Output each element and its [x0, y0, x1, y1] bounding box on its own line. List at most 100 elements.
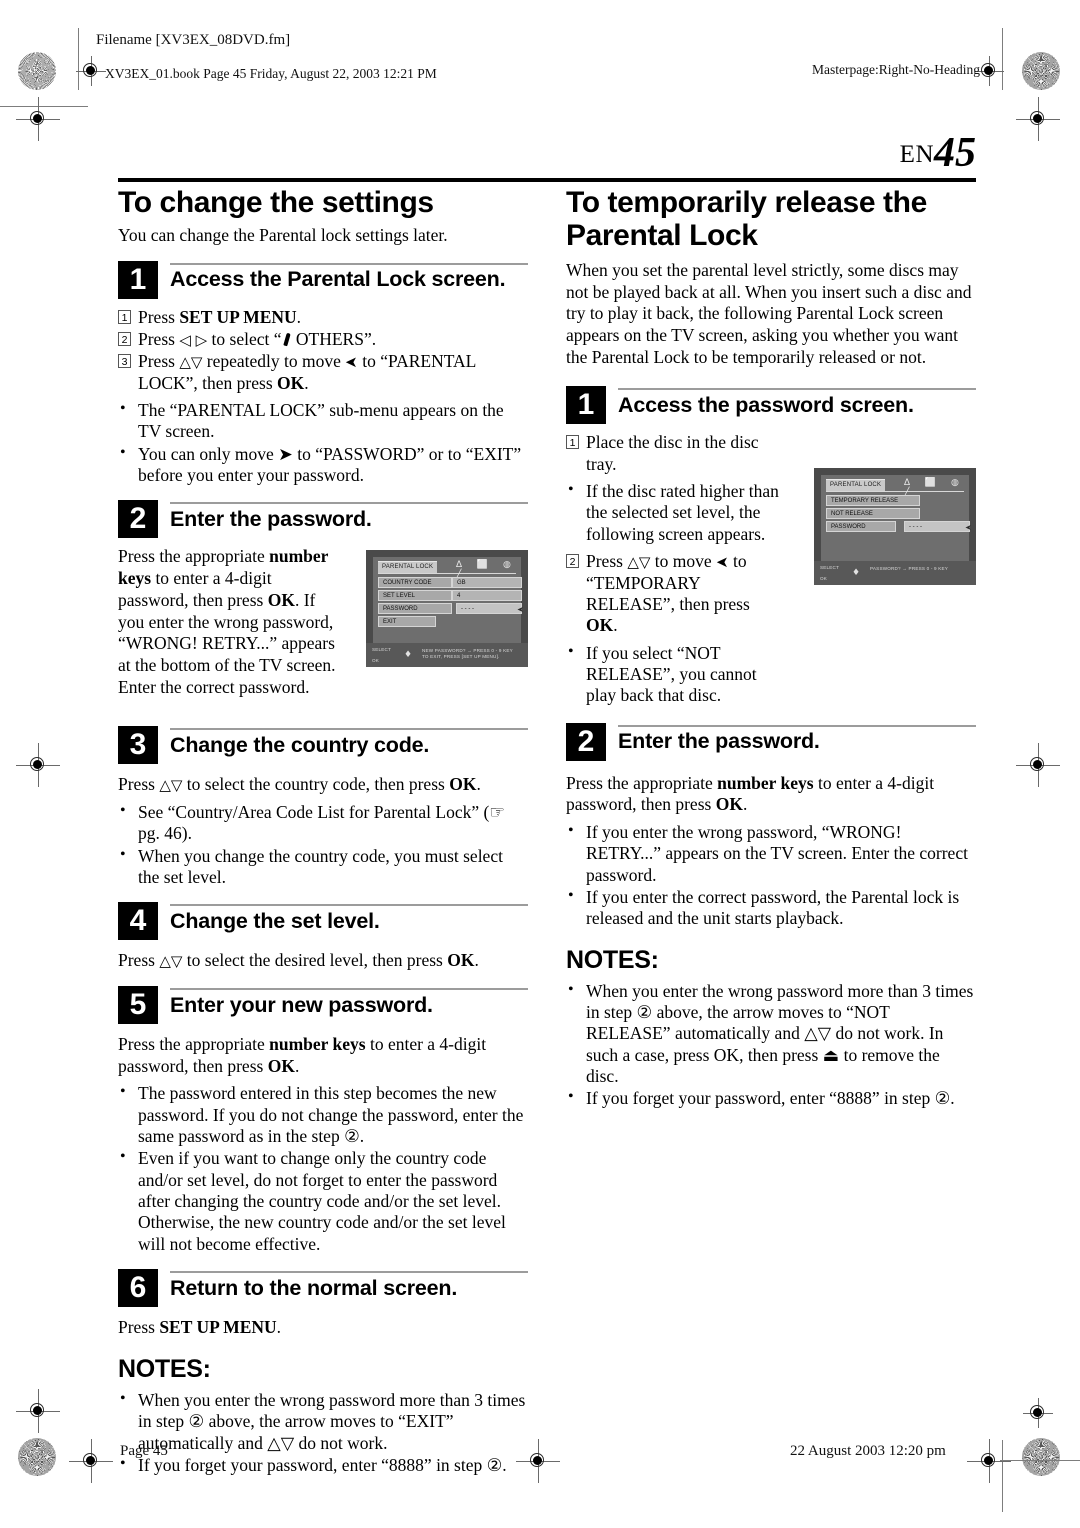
- substep: 1 Press SET UP MENU.: [118, 307, 528, 328]
- substep: 2 Press ◁ ▷ to select “ OTHERS”.: [118, 329, 528, 350]
- substep-number: 2: [118, 332, 131, 347]
- step-4: 4 Change the set level.: [118, 902, 528, 942]
- step-2-figure-row: Press the appropriate number keys to ent…: [118, 546, 528, 698]
- t: .: [742, 794, 748, 815]
- left-notes-list: When you enter the wrong password more t…: [118, 1389, 528, 1476]
- wrench-icon: [282, 332, 292, 347]
- step-rule: [170, 988, 528, 990]
- step-4-title: Change the set level.: [170, 908, 380, 933]
- bullet-item: If you enter the correct password, the P…: [566, 886, 976, 930]
- tv-osd-row: TEMPORARY RELEASE: [826, 495, 964, 507]
- t: Press: [118, 774, 160, 795]
- tv-osd-row: EXIT: [378, 616, 516, 628]
- substep: 1 Place the disc in the disc tray.: [566, 432, 780, 475]
- tv-osd-cursor-arrow-icon: ➤: [965, 523, 972, 533]
- substep-number: 2: [566, 554, 579, 569]
- tv-osd-tab-label: PARENTAL LOCK: [378, 561, 438, 574]
- tv-screen-release-figure: PARENTAL LOCK ∆ ⬜ ◍ ╱ TEMPORARY RELEASE …: [814, 468, 976, 586]
- crop-rule-right-bottom: [1002, 1440, 1003, 1512]
- tv-osd-guide-select: SELECT: [372, 647, 392, 653]
- t-bold: OK: [715, 794, 743, 815]
- step-3-paragraph: Press △▽ to select the country code, the…: [118, 774, 528, 796]
- tv-osd-guide-select: SELECT: [820, 565, 840, 571]
- left-section-intro: You can change the Parental lock setting…: [118, 225, 448, 245]
- folio: EN45: [900, 132, 976, 174]
- tv-osd-row: PASSWORD - - - - ➤: [378, 603, 524, 615]
- substep-text-b: repeatedly to move: [202, 351, 346, 372]
- t-bold: OK: [267, 589, 295, 610]
- tv-osd-guide-bar: SELECT OK ♦ NEW PASSWORD? → PRESS 0 - 9 …: [366, 643, 528, 668]
- left-notes-heading: NOTES:: [118, 1354, 211, 1383]
- step-5-number: 5: [118, 986, 158, 1024]
- tv-osd-row: SET LEVEL 4: [378, 590, 522, 602]
- crop-rule-right-top: [1002, 28, 1003, 90]
- substep-number: 1: [566, 435, 579, 450]
- print-rosette-bottom-left: [18, 1438, 56, 1476]
- right-step-2-bullets: If you enter the wrong password, “WRONG!…: [566, 821, 976, 930]
- substep-text: Place the disc in the disc tray.: [586, 432, 759, 474]
- note-item: When you enter the wrong password more t…: [118, 1389, 528, 1454]
- tv-osd-body: PARENTAL LOCK ∆ ⬜ ◍ ╱ COUNTRY CODE GB SE…: [373, 557, 524, 644]
- step-rule: [170, 262, 528, 265]
- right-step-1-figure-row: 1 Place the disc in the disc tray. If the…: [566, 432, 976, 706]
- t: .: [294, 1055, 300, 1076]
- tv-osd-row-label: EXIT: [378, 616, 436, 628]
- tv-osd-row-label: NOT RELEASE: [826, 508, 920, 520]
- substep-number: 1: [118, 309, 131, 324]
- substep-text-a: Press: [138, 306, 180, 327]
- step-6-title: Return to the normal screen.: [170, 1275, 458, 1300]
- right-step-1: 1 Access the password screen.: [566, 386, 976, 426]
- right-step-1-text: 1 Place the disc in the disc tray. If the…: [566, 432, 780, 706]
- bullet-item: Even if you want to change only the coun…: [118, 1147, 528, 1255]
- tv-osd-body: PARENTAL LOCK ∆ ⬜ ◍ ╱ TEMPORARY RELEASE …: [821, 475, 972, 562]
- substep-text-a: Press: [138, 329, 180, 350]
- tv-osd-row: PASSWORD - - - - ➤: [826, 521, 972, 533]
- bullet-item: The “PARENTAL LOCK” sub-menu appears on …: [118, 399, 528, 443]
- step-6: 6 Return to the normal screen.: [118, 1269, 528, 1309]
- step-2-paragraph: Press the appropriate number keys to ent…: [118, 546, 336, 698]
- tv-osd-guide-message: PASSWORD? → PRESS 0 - 9 KEY: [870, 566, 972, 572]
- step-2-number: 2: [118, 500, 158, 539]
- tv-osd-row-value: GB: [452, 577, 522, 589]
- step-5-paragraph: Press the appropriate number keys to ent…: [118, 1034, 528, 1077]
- substep-text-b: .: [296, 306, 302, 327]
- right-step-1-bullet-2: If you select “NOT RELEASE”, you cannot …: [566, 642, 780, 707]
- right-step-1-substep-2: 2 Press △▽ to move ➤ to “TEMPORARY RELEAS…: [566, 551, 780, 636]
- registration-mark-right-middle: [1016, 743, 1060, 787]
- tv-osd-row-value: - - - -: [456, 603, 522, 615]
- tv-osd-release: PARENTAL LOCK ∆ ⬜ ◍ ╱ TEMPORARY RELEASE …: [814, 468, 976, 586]
- tv-osd-guide-ok: OK: [820, 576, 828, 582]
- registration-mark-left-top: [16, 97, 60, 141]
- substep-bold: OK: [586, 615, 614, 636]
- substep-bold: SET UP MENU: [179, 306, 297, 327]
- bullet-item: When you change the country code, you mu…: [118, 845, 528, 889]
- t: .: [474, 950, 479, 971]
- tv-osd-guide-line2: TO EXIT, PRESS [SET UP MENU].: [422, 654, 500, 660]
- registration-mark-header-left: [76, 56, 106, 86]
- t: to select the desired level, then press: [182, 950, 448, 971]
- bullet-item: If you enter the wrong password, “WRONG!…: [566, 821, 976, 886]
- step-5-title: Enter your new password.: [170, 992, 433, 1017]
- substep-text-c: OTHERS”.: [291, 329, 377, 350]
- tv-osd-tab-underline: [826, 491, 964, 493]
- tv-osd-tab-icons: ∆ ⬜ ◍ ╱: [904, 478, 965, 499]
- substep-text-a: Press: [138, 351, 180, 372]
- up-down-arrow-icon: △▽: [159, 776, 183, 795]
- substep-number: 3: [118, 354, 131, 369]
- tv-osd-settings: PARENTAL LOCK ∆ ⬜ ◍ ╱ COUNTRY CODE GB SE…: [366, 550, 528, 668]
- right-notes-list: When you enter the wrong password more t…: [566, 980, 976, 1110]
- dpad-icon: ♦: [403, 650, 413, 661]
- step-3: 3 Change the country code.: [118, 726, 528, 766]
- note-item: If you forget your password, enter “8888…: [566, 1087, 976, 1109]
- t: Press the appropriate: [566, 772, 718, 793]
- step-1-number: 1: [118, 260, 158, 299]
- step-1-title: Access the Parental Lock screen.: [170, 267, 506, 292]
- note-item: If you forget your password, enter “8888…: [118, 1454, 528, 1476]
- folio-page-number: 45: [934, 130, 976, 176]
- tv-osd-row-label: TEMPORARY RELEASE: [826, 495, 920, 507]
- tv-osd-tab-underline: [378, 573, 516, 575]
- substep-text-d: .: [613, 615, 618, 636]
- left-right-arrow-icon: ◁ ▷: [179, 331, 208, 350]
- tv-osd-guide-keys: SELECT OK: [820, 565, 846, 582]
- filename-slug: Filename [XV3EX_08DVD.fm]: [96, 32, 291, 48]
